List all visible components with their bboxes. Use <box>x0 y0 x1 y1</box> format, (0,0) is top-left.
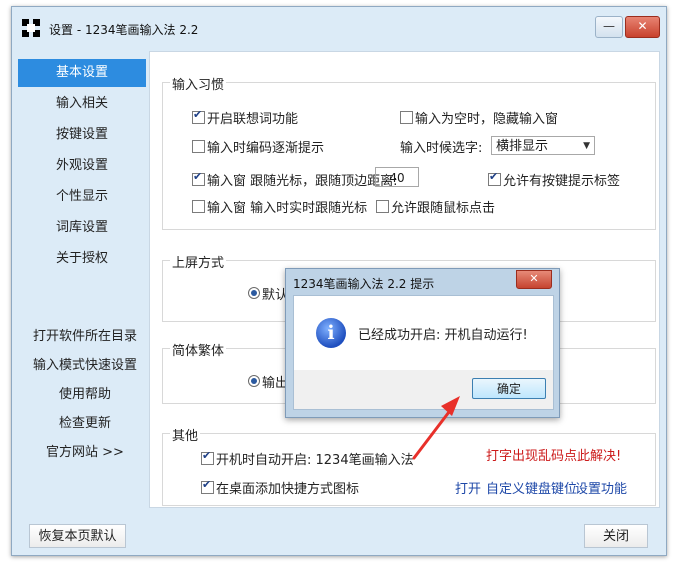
annotation-arrow-icon <box>412 396 460 460</box>
